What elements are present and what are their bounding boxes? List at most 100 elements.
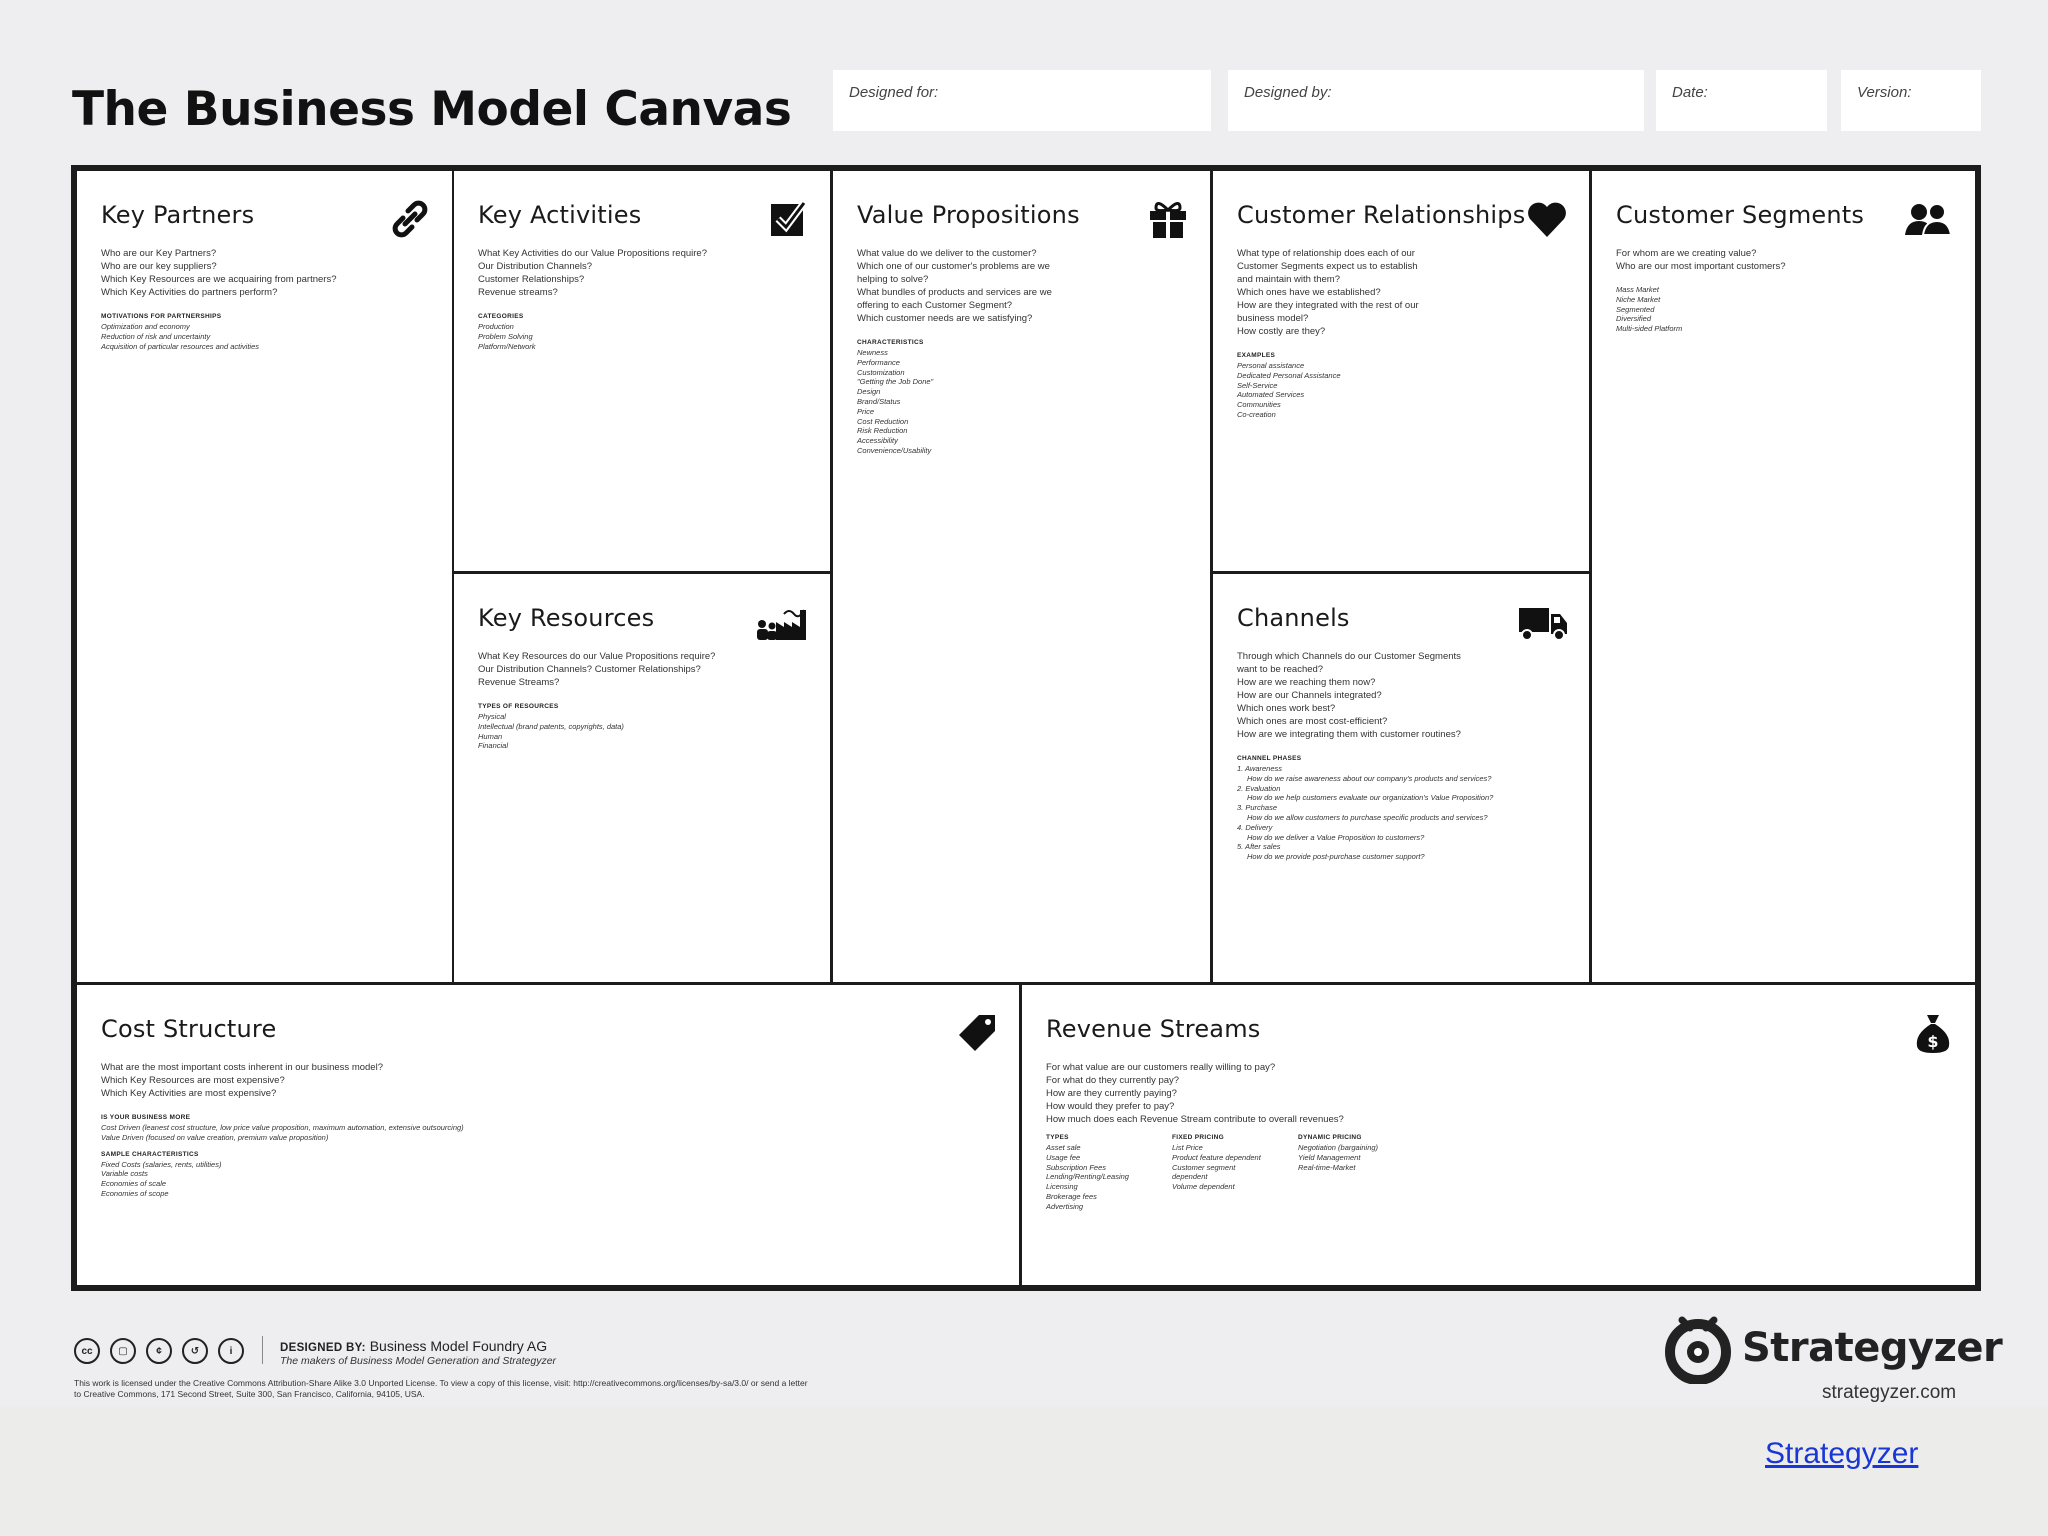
- tag-icon: [955, 1011, 999, 1055]
- revenue-streams-question: For what value are our customers really …: [1046, 1062, 1276, 1073]
- key-activities-block[interactable]: Key Activities What Key Activities do ou…: [454, 171, 830, 571]
- designed-for-label: Designed for:: [849, 84, 939, 101]
- version-field[interactable]: Version:: [1841, 70, 1981, 131]
- customer-segments-title: Customer Segments: [1616, 201, 1865, 229]
- revenue-streams-block[interactable]: Revenue Streams $ For what value are our…: [1022, 985, 1975, 1285]
- svg-text:$: $: [1927, 1032, 1938, 1051]
- cost-structure-section-heading-1: IS YOUR BUSINESS MORE: [101, 1114, 191, 1121]
- cc-cc-icon: cc: [74, 1338, 100, 1364]
- revenue-column-item: Usage fee: [1046, 1152, 1081, 1162]
- key-activities-item: Problem Solving: [478, 331, 533, 341]
- value-propositions-item: Customization: [857, 367, 905, 377]
- cost-structure-block[interactable]: Cost Structure What are the most importa…: [77, 985, 1019, 1285]
- key-partners-section-heading: MOTIVATIONS FOR PARTNERSHIPS: [101, 313, 222, 320]
- key-partners-item: Optimization and economy: [101, 322, 190, 331]
- channels-question: How are we integrating them with custome…: [1237, 729, 1461, 740]
- key-partners-block[interactable]: Key Partners Who are our Key Partners? Wh…: [77, 171, 452, 982]
- value-propositions-item: Performance: [857, 357, 900, 367]
- customer-relationships-title: Customer Relationships: [1237, 201, 1526, 229]
- date-field[interactable]: Date:: [1656, 70, 1827, 131]
- value-propositions-item: Convenience/Usability: [857, 445, 932, 455]
- channels-question: How are we reaching them now?: [1237, 677, 1376, 688]
- revenue-column: TYPES Asset sale Usage fee Subscription Fee…: [1046, 1134, 1136, 1212]
- key-activities-section-heading: CATEGORIES: [478, 313, 524, 320]
- date-label: Date:: [1672, 84, 1708, 101]
- customer-relationships-question: What type of relationship does each of o…: [1237, 248, 1415, 259]
- channel-phase-label: 4. Delivery: [1237, 822, 1273, 832]
- cc-nc-icon: ¢: [146, 1338, 172, 1364]
- key-resources-item: Financial: [478, 741, 509, 751]
- channels-question: want to be reached?: [1237, 664, 1324, 675]
- key-resources-question: Revenue Streams?: [478, 677, 560, 688]
- footer-divider: [262, 1336, 263, 1364]
- customer-relationships-question: Customer Segments expect us to establish: [1237, 261, 1418, 272]
- key-resources-block[interactable]: Key Resources What Key Resources do our …: [454, 574, 830, 982]
- revenue-streams-question: How much does each Revenue Stream contri…: [1046, 1114, 1344, 1125]
- channel-phase-label: 2. Evaluation: [1237, 783, 1281, 793]
- link-icon: [388, 197, 432, 241]
- brand-url: strategyzer.com: [1822, 1382, 1957, 1403]
- customer-relationships-question: and maintain with them?: [1237, 274, 1340, 285]
- gift-icon: [1146, 197, 1190, 241]
- customer-relationships-block[interactable]: Customer Relationships What type of rela…: [1213, 171, 1589, 571]
- value-propositions-question: Which customer needs are we satisfying?: [857, 313, 1033, 324]
- value-propositions-question: What value do we deliver to the customer…: [857, 248, 1037, 259]
- customer-relationships-question: business model?: [1237, 313, 1309, 324]
- strategyzer-link[interactable]: Strategyzer: [1765, 1437, 1918, 1471]
- key-partners-question: Who are our Key Partners?: [101, 248, 217, 259]
- value-propositions-question: helping to solve?: [857, 274, 929, 285]
- revenue-streams-question: How would they prefer to pay?: [1046, 1101, 1175, 1112]
- key-activities-question: Customer Relationships?: [478, 274, 585, 285]
- customer-relationships-item: Dedicated Personal Assistance: [1237, 370, 1341, 380]
- customer-relationships-section-heading: EXAMPLES: [1237, 352, 1276, 359]
- value-propositions-item: Accessibility: [857, 436, 898, 446]
- channels-question: How are our Channels integrated?: [1237, 690, 1382, 701]
- channels-block[interactable]: Channels Through which Channels do our C…: [1213, 574, 1589, 982]
- value-propositions-item: Design: [857, 387, 881, 397]
- key-partners-item-list: Optimization and economy Reduction of ris…: [101, 322, 428, 351]
- revenue-column: FIXED PRICING List Price Product feature d…: [1172, 1134, 1262, 1212]
- key-resources-question: What Key Resources do our Value Proposit…: [478, 651, 716, 662]
- cost-structure-question-list: What are the most important costs inhere…: [101, 1061, 995, 1100]
- cost-structure-item-list: Fixed Costs (salaries, rents, utilities)…: [101, 1160, 995, 1199]
- key-partners-item: Acquisition of particular resources and …: [101, 341, 259, 351]
- key-partners-question: Who are our key suppliers?: [101, 261, 217, 272]
- customer-segments-question: For whom are we creating value?: [1616, 248, 1757, 259]
- customer-segments-block[interactable]: Customer Segments For whom are we creati…: [1592, 171, 1975, 982]
- revenue-column-heading: TYPES: [1046, 1134, 1069, 1141]
- cost-structure-item: Value Driven (focused on value creation,…: [101, 1132, 329, 1142]
- license-icons: cc ▢ ¢ ↺ i: [74, 1338, 244, 1364]
- customer-segments-item-list: Mass Market Niche Market Segmented Diversif…: [1616, 285, 1951, 334]
- revenue-streams-title: Revenue Streams: [1046, 1015, 1261, 1043]
- revenue-column-heading: FIXED PRICING: [1172, 1134, 1224, 1141]
- channels-question: Which ones work best?: [1237, 703, 1336, 714]
- customer-relationships-question: How costly are they?: [1237, 326, 1326, 337]
- customer-segments-item: Mass Market: [1616, 285, 1659, 294]
- customer-segments-question: Who are our most important customers?: [1616, 261, 1786, 272]
- revenue-column-item: Product feature dependent: [1172, 1152, 1261, 1162]
- money-bag-icon: $: [1911, 1011, 1955, 1055]
- revenue-columns: TYPES Asset sale Usage fee Subscription Fee…: [1046, 1134, 1951, 1212]
- channel-phases-list: 1. Awareness How do we raise awareness ab…: [1237, 764, 1565, 862]
- customer-segments-item: Niche Market: [1616, 294, 1661, 304]
- business-model-canvas: Key Partners Who are our Key Partners? Wh…: [71, 165, 1981, 1291]
- key-activities-title: Key Activities: [478, 201, 642, 229]
- value-propositions-block[interactable]: Value Propositions What value do we deli…: [833, 171, 1210, 982]
- key-activities-question-list: What Key Activities do our Value Proposi…: [478, 247, 806, 299]
- page-title: The Business Model Canvas: [72, 82, 792, 137]
- value-propositions-item: Cost Reduction: [857, 416, 909, 426]
- revenue-column: DYNAMIC PRICING Negotiation (bargaining) Y…: [1298, 1134, 1388, 1212]
- value-propositions-question: Which one of our customer's problems are…: [857, 261, 1050, 272]
- designed-by-field[interactable]: Designed by:: [1228, 70, 1644, 131]
- cost-structure-title: Cost Structure: [101, 1015, 277, 1043]
- customer-relationships-question: Which ones have we established?: [1237, 287, 1381, 298]
- customer-relationships-item: Communities: [1237, 400, 1281, 410]
- channel-phase-detail: How do we help customers evaluate our or…: [1247, 793, 1494, 803]
- key-resources-item: Intellectual (brand patents, copyrights,…: [478, 721, 624, 731]
- value-propositions-item: "Getting the Job Done": [857, 377, 934, 387]
- revenue-streams-question: For what do they currently pay?: [1046, 1075, 1180, 1086]
- designed-for-field[interactable]: Designed for:: [833, 70, 1211, 131]
- slide: The Business Model Canvas Designed for: …: [0, 0, 2048, 1406]
- cost-structure-section-heading-2: SAMPLE CHARACTERISTICS: [101, 1150, 199, 1158]
- key-resources-question-list: What Key Resources do our Value Proposit…: [478, 650, 806, 689]
